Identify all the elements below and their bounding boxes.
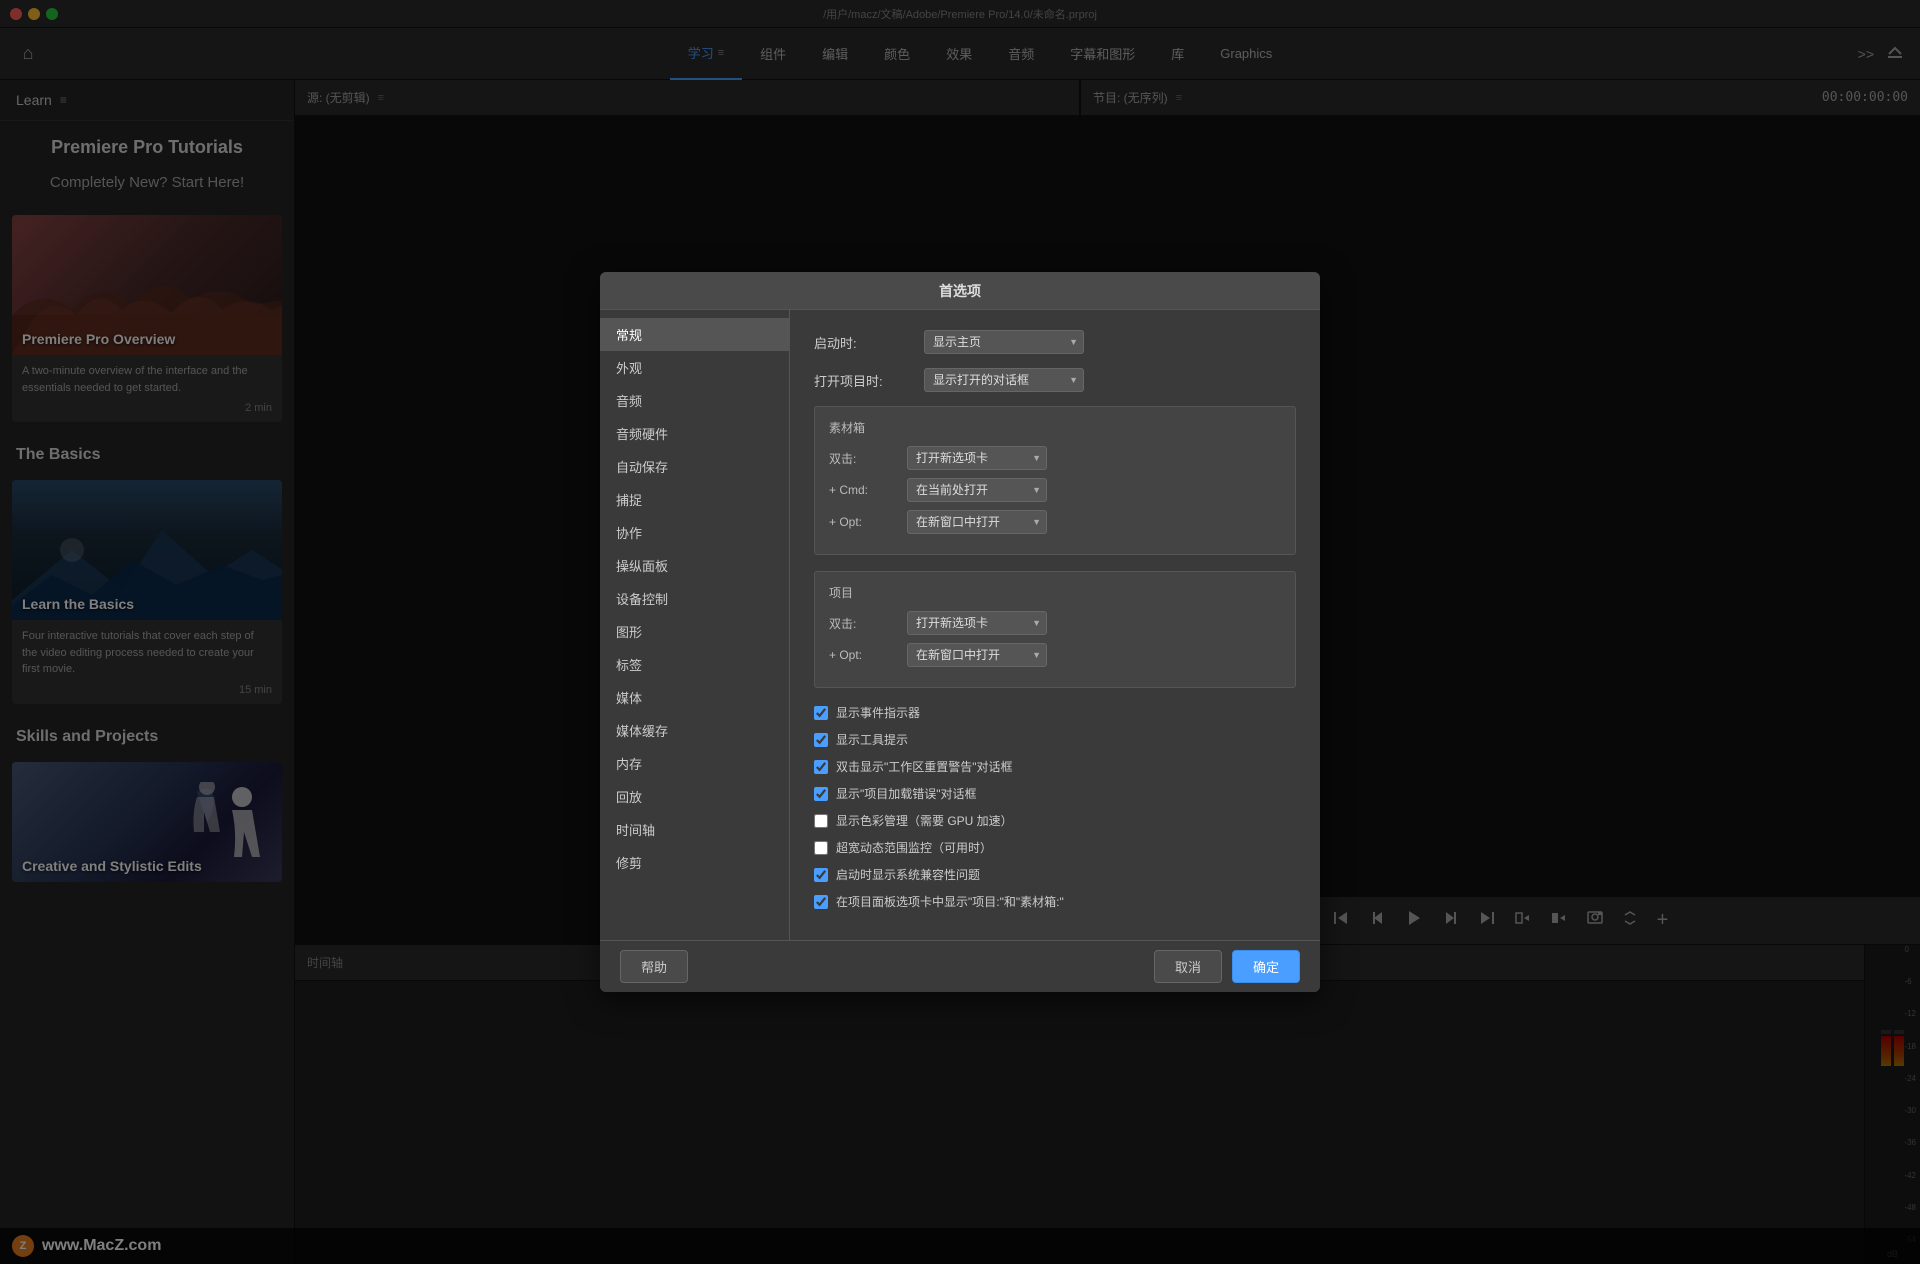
checkbox-6[interactable] (814, 868, 828, 882)
sidebar-item-playback[interactable]: 回放 (600, 780, 789, 813)
checkbox-label-6: 启动时显示系统兼容性问题 (836, 866, 980, 883)
project-double-select[interactable]: 打开新选项卡 (907, 611, 1047, 635)
open-project-select-wrap: 显示打开的对话框 (924, 368, 1084, 392)
checkbox-label-0: 显示事件指示器 (836, 704, 920, 721)
preferences-modal: 首选项 常规 外观 音频 音频硬件 自动保存 捕捉 协作 操纵面板 设备控制 图… (600, 272, 1320, 992)
project-double-select-wrap: 打开新选项卡 (907, 611, 1047, 635)
project-double-row: 双击: 打开新选项卡 (829, 611, 1281, 635)
project-section: 项目 双击: 打开新选项卡 + Opt: 在新窗口中打 (814, 571, 1296, 688)
sidebar-item-capture[interactable]: 捕捉 (600, 483, 789, 516)
sidebar-item-audio[interactable]: 音频 (600, 384, 789, 417)
project-opt-select[interactable]: 在新窗口中打开 (907, 643, 1047, 667)
sidebar-item-memory[interactable]: 内存 (600, 747, 789, 780)
cancel-button[interactable]: 取消 (1154, 950, 1222, 983)
sidebar-item-audio-hardware[interactable]: 音频硬件 (600, 417, 789, 450)
bin-opt-select-wrap: 在新窗口中打开 (907, 510, 1047, 534)
sidebar-item-trim[interactable]: 修剪 (600, 846, 789, 879)
checkbox-3[interactable] (814, 787, 828, 801)
checkbox-0[interactable] (814, 706, 828, 720)
project-section-title: 项目 (829, 584, 1281, 601)
bin-double-row: 双击: 打开新选项卡 (829, 446, 1281, 470)
checkbox-row-7: 在项目面板选项卡中显示"项目:"和"素材箱:" (814, 893, 1296, 910)
checkbox-row-0: 显示事件指示器 (814, 704, 1296, 721)
startup-select[interactable]: 显示主页 (924, 330, 1084, 354)
bin-cmd-row: + Cmd: 在当前处打开 (829, 478, 1281, 502)
bin-cmd-label: + Cmd: (829, 483, 899, 497)
open-project-select[interactable]: 显示打开的对话框 (924, 368, 1084, 392)
checkbox-row-1: 显示工具提示 (814, 731, 1296, 748)
open-project-row: 打开项目时: 显示打开的对话框 (814, 368, 1296, 392)
bin-cmd-select-wrap: 在当前处打开 (907, 478, 1047, 502)
checkbox-row-3: 显示"项目加载错误"对话框 (814, 785, 1296, 802)
sidebar-item-media-cache[interactable]: 媒体缓存 (600, 714, 789, 747)
sidebar-item-labels[interactable]: 标签 (600, 648, 789, 681)
modal-overlay: 首选项 常规 外观 音频 音频硬件 自动保存 捕捉 协作 操纵面板 设备控制 图… (0, 0, 1920, 1264)
bin-opt-select[interactable]: 在新窗口中打开 (907, 510, 1047, 534)
help-button[interactable]: 帮助 (620, 950, 688, 983)
bin-opt-label: + Opt: (829, 515, 899, 529)
modal-content: 启动时: 显示主页 打开项目时: 显示打开的对话框 (790, 310, 1320, 940)
bin-double-label: 双击: (829, 450, 899, 467)
project-opt-label: + Opt: (829, 648, 899, 662)
checkbox-2[interactable] (814, 760, 828, 774)
checkbox-5[interactable] (814, 841, 828, 855)
bin-opt-row: + Opt: 在新窗口中打开 (829, 510, 1281, 534)
checkbox-label-1: 显示工具提示 (836, 731, 908, 748)
startup-row: 启动时: 显示主页 (814, 330, 1296, 354)
modal-header: 首选项 (600, 272, 1320, 310)
sidebar-item-device-control[interactable]: 设备控制 (600, 582, 789, 615)
modal-body: 常规 外观 音频 音频硬件 自动保存 捕捉 协作 操纵面板 设备控制 图形 标签… (600, 310, 1320, 940)
checkbox-label-5: 超宽动态范围监控（可用时） (836, 839, 992, 856)
checkbox-4[interactable] (814, 814, 828, 828)
checkbox-row-2: 双击显示"工作区重置警告"对话框 (814, 758, 1296, 775)
modal-title: 首选项 (939, 281, 981, 301)
bin-double-select[interactable]: 打开新选项卡 (907, 446, 1047, 470)
sidebar-item-graphics[interactable]: 图形 (600, 615, 789, 648)
ok-button[interactable]: 确定 (1232, 950, 1300, 983)
modal-sidebar: 常规 外观 音频 音频硬件 自动保存 捕捉 协作 操纵面板 设备控制 图形 标签… (600, 310, 790, 940)
bin-section-title: 素材箱 (829, 419, 1281, 436)
sidebar-item-control-surface[interactable]: 操纵面板 (600, 549, 789, 582)
checkbox-row-4: 显示色彩管理（需要 GPU 加速） (814, 812, 1296, 829)
checkbox-1[interactable] (814, 733, 828, 747)
checkbox-row-6: 启动时显示系统兼容性问题 (814, 866, 1296, 883)
sidebar-item-timeline[interactable]: 时间轴 (600, 813, 789, 846)
sidebar-item-general[interactable]: 常规 (600, 318, 789, 351)
project-opt-select-wrap: 在新窗口中打开 (907, 643, 1047, 667)
startup-select-wrap: 显示主页 (924, 330, 1084, 354)
modal-footer: 帮助 取消 确定 (600, 940, 1320, 992)
checkbox-label-3: 显示"项目加载错误"对话框 (836, 785, 977, 802)
sidebar-item-collaboration[interactable]: 协作 (600, 516, 789, 549)
project-opt-row: + Opt: 在新窗口中打开 (829, 643, 1281, 667)
bin-section: 素材箱 双击: 打开新选项卡 + Cmd: 在当前处打 (814, 406, 1296, 555)
startup-label: 启动时: (814, 333, 914, 352)
checkbox-label-7: 在项目面板选项卡中显示"项目:"和"素材箱:" (836, 893, 1064, 910)
checkbox-label-2: 双击显示"工作区重置警告"对话框 (836, 758, 1013, 775)
project-double-label: 双击: (829, 615, 899, 632)
sidebar-item-autosave[interactable]: 自动保存 (600, 450, 789, 483)
checkbox-label-4: 显示色彩管理（需要 GPU 加速） (836, 812, 1013, 829)
checkbox-row-5: 超宽动态范围监控（可用时） (814, 839, 1296, 856)
sidebar-item-media[interactable]: 媒体 (600, 681, 789, 714)
checkbox-7[interactable] (814, 895, 828, 909)
bin-double-select-wrap: 打开新选项卡 (907, 446, 1047, 470)
sidebar-item-appearance[interactable]: 外观 (600, 351, 789, 384)
open-project-label: 打开项目时: (814, 371, 914, 390)
bin-cmd-select[interactable]: 在当前处打开 (907, 478, 1047, 502)
